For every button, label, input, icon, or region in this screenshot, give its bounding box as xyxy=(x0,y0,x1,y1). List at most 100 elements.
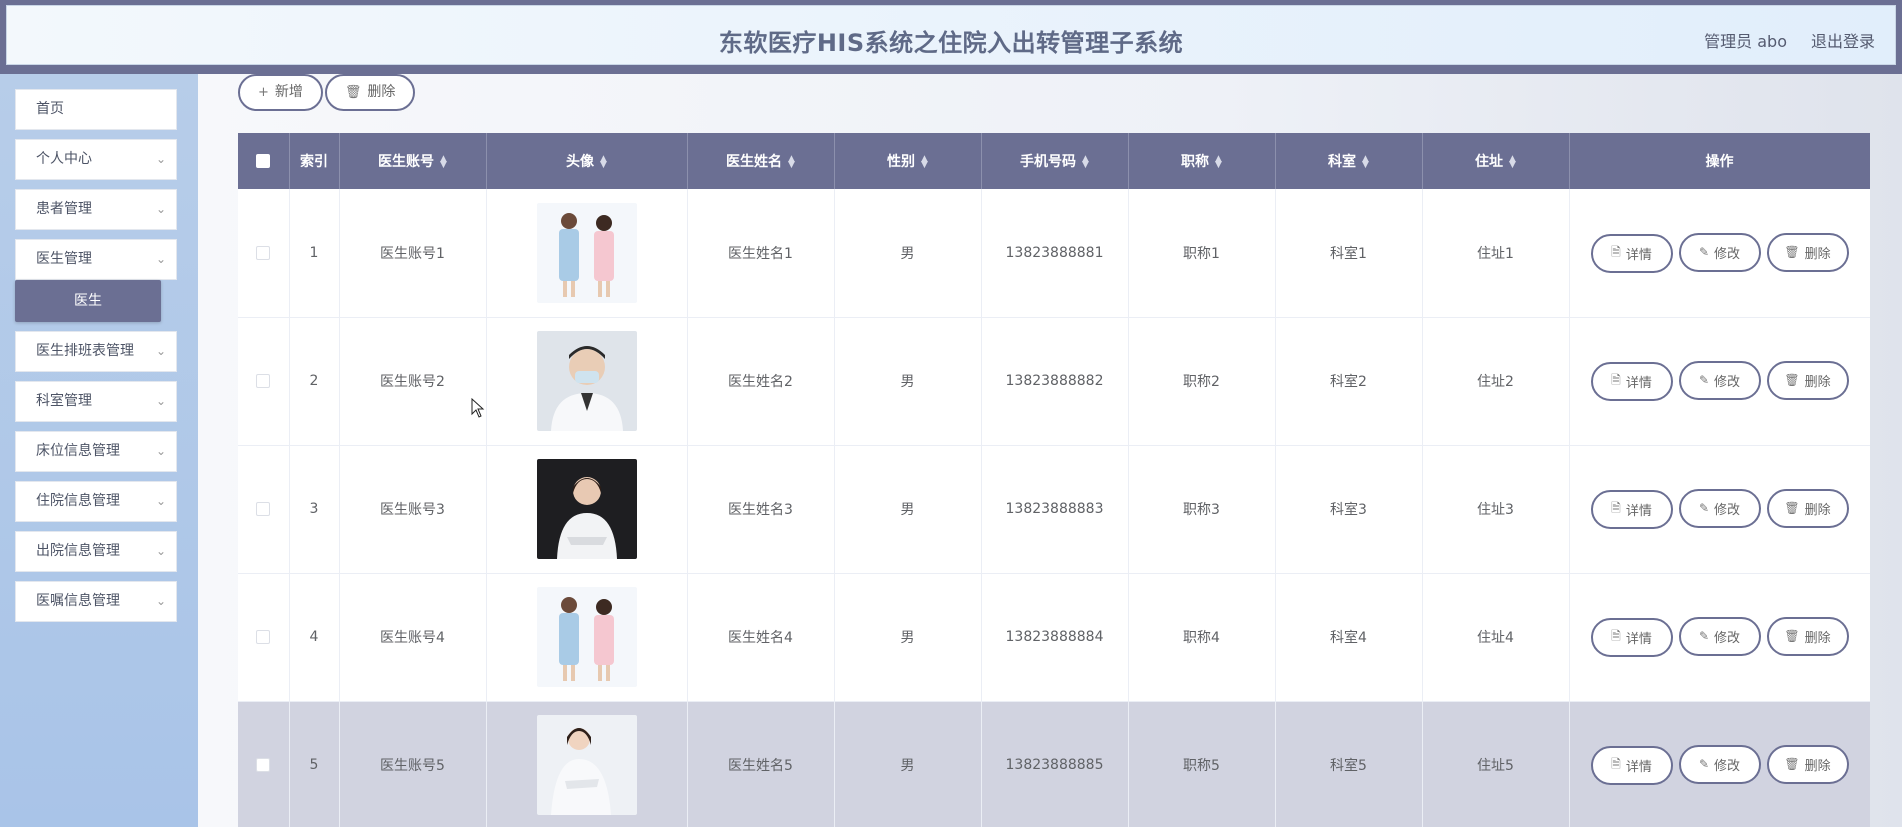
row-checkbox[interactable] xyxy=(256,758,271,772)
doctor-gender: 男 xyxy=(834,445,982,574)
avatar-masked-doctor xyxy=(536,331,637,431)
doctor-name: 医生姓名2 xyxy=(687,317,835,446)
avatar-cell xyxy=(486,573,688,702)
table-row[interactable]: 3 医生账号3 医生姓名3 男 13823888883 职称3 科室3 住址3 🗎 详情 ✎ 修改 🗑 删… xyxy=(238,445,1870,574)
doctor-title: 职称4 xyxy=(1128,573,1276,702)
delete-label: 删除 xyxy=(1804,630,1831,646)
sort-icon[interactable]: ▲ ▼ xyxy=(921,155,928,170)
sort-icon[interactable]: ▲ ▼ xyxy=(1509,155,1516,170)
chevron-down-icon: ⌄ xyxy=(155,394,166,408)
delete-label: 删除 xyxy=(1804,246,1831,262)
column-header-account[interactable]: 医生账号 ▲ ▼ xyxy=(339,133,487,189)
row-actions: 🗎 详情 ✎ 修改 🗑 删除 xyxy=(1569,445,1870,574)
delete-button[interactable]: 🗑 删除 xyxy=(1766,488,1849,528)
doctor-gender: 男 xyxy=(834,189,982,318)
doctor-phone: 13823888882 xyxy=(981,317,1129,446)
column-header-phone[interactable]: 手机号码 ▲ ▼ xyxy=(981,133,1129,189)
edit-button[interactable]: ✎ 修改 xyxy=(1678,360,1761,400)
detail-button[interactable]: 🗎 详情 xyxy=(1590,362,1673,402)
sidebar-item-patients[interactable]: 患者管理 ⌄ xyxy=(15,189,177,230)
sort-icon[interactable]: ▲ ▼ xyxy=(440,155,447,170)
document-icon: 🗎 xyxy=(1611,757,1621,772)
sidebar-item-profile[interactable]: 个人中心 ⌄ xyxy=(15,139,177,180)
edit-label: 修改 xyxy=(1714,374,1741,390)
trash-icon: 🗑 xyxy=(344,85,362,100)
document-icon: 🗎 xyxy=(1611,629,1621,644)
sort-icon[interactable]: ▲ ▼ xyxy=(1215,155,1222,170)
row-checkbox[interactable] xyxy=(256,245,271,260)
row-actions: 🗎 详情 ✎ 修改 🗑 删除 xyxy=(1569,189,1870,318)
table-row[interactable]: 5 医生账号5 医生姓名5 男 13823888885 职称5 科室5 住址5 🗎 详情 ✎ 修改 🗑 删… xyxy=(238,701,1870,827)
sidebar-subitem-doctor[interactable]: 医生 xyxy=(15,280,161,322)
chevron-down-icon: ⌄ xyxy=(155,152,166,166)
row-select-cell xyxy=(238,317,290,446)
edit-button[interactable]: ✎ 修改 xyxy=(1678,744,1761,784)
detail-button[interactable]: 🗎 详情 xyxy=(1590,746,1673,786)
column-header-dept[interactable]: 科室 ▲ ▼ xyxy=(1275,133,1423,189)
table-row[interactable]: 4 医生账号4 医生姓名4 男 13823888884 职称4 科室4 住址4 🗎 详情 ✎ 修改 🗑 删… xyxy=(238,573,1870,702)
row-checkbox[interactable] xyxy=(256,374,271,388)
detail-button[interactable]: 🗎 详情 xyxy=(1590,490,1673,530)
sidebar-item-label: 床位信息管理 xyxy=(36,443,120,459)
sidebar-item-home[interactable]: 首页 xyxy=(15,89,177,130)
sort-icon[interactable]: ▲ ▼ xyxy=(600,155,607,170)
sort-icon[interactable]: ▲ ▼ xyxy=(1362,155,1369,170)
sidebar-item-label: 住院信息管理 xyxy=(36,493,120,509)
doctor-title: 职称2 xyxy=(1128,317,1276,446)
column-header-title[interactable]: 职称 ▲ ▼ xyxy=(1128,133,1276,189)
table-row[interactable]: 2 医生账号2 医生姓名2 男 13823888882 职称2 科室2 住址2 🗎 详情 ✎ 修改 🗑 删… xyxy=(238,317,1870,446)
delete-label: 删除 xyxy=(1804,374,1831,390)
delete-button[interactable]: 🗑 删除 xyxy=(1766,360,1849,400)
column-header-name[interactable]: 医生姓名 ▲ ▼ xyxy=(687,133,835,189)
edit-button[interactable]: ✎ 修改 xyxy=(1678,232,1761,272)
edit-label: 修改 xyxy=(1714,502,1741,518)
doctor-account: 医生账号5 xyxy=(339,701,487,827)
main-content: + 新增 🗑 删除 索引 医生账号 ▲ ▼ 头像 ▲ ▼ 医生姓名 ▲ ▼ 性别… xyxy=(198,74,1902,827)
plus-icon: + xyxy=(258,85,269,100)
column-header-address[interactable]: 住址 ▲ ▼ xyxy=(1422,133,1570,189)
logout-link[interactable]: 退出登录 xyxy=(1811,28,1875,52)
edit-button[interactable]: ✎ 修改 xyxy=(1678,616,1761,656)
sidebar-item-discharge[interactable]: 出院信息管理 ⌄ xyxy=(15,531,177,572)
detail-label: 详情 xyxy=(1625,248,1652,263)
sort-icon[interactable]: ▲ ▼ xyxy=(1082,155,1089,170)
column-header-gender[interactable]: 性别 ▲ ▼ xyxy=(834,133,982,189)
doctor-title: 职称1 xyxy=(1128,189,1276,318)
sidebar-item-label: 患者管理 xyxy=(36,201,92,217)
delete-button[interactable]: 🗑 删除 xyxy=(1766,744,1849,784)
pencil-icon: ✎ xyxy=(1698,501,1710,516)
avatar-cell xyxy=(486,317,688,446)
trash-icon: 🗑 xyxy=(1784,757,1800,772)
detail-button[interactable]: 🗎 详情 xyxy=(1590,234,1673,273)
toolbar: + 新增 🗑 删除 xyxy=(238,74,416,111)
sidebar-item-beds[interactable]: 床位信息管理 ⌄ xyxy=(15,431,177,472)
sidebar-item-departments[interactable]: 科室管理 ⌄ xyxy=(15,381,177,422)
batch-delete-button[interactable]: 🗑 删除 xyxy=(324,74,416,111)
sidebar-item-schedule[interactable]: 医生排班表管理 ⌄ xyxy=(15,331,177,372)
delete-button[interactable]: 🗑 删除 xyxy=(1766,616,1849,656)
column-header-avatar[interactable]: 头像 ▲ ▼ xyxy=(486,133,688,189)
sidebar-item-label: 科室管理 xyxy=(36,393,92,409)
user-label: 管理员 abo xyxy=(1704,32,1787,51)
edit-button[interactable]: ✎ 修改 xyxy=(1678,488,1761,528)
doctor-dept: 科室4 xyxy=(1275,573,1423,702)
doctor-dept: 科室5 xyxy=(1275,701,1423,827)
detail-button[interactable]: 🗎 详情 xyxy=(1590,618,1673,658)
chevron-down-icon: ⌄ xyxy=(155,594,166,608)
detail-label: 详情 xyxy=(1625,504,1652,520)
row-index: 4 xyxy=(289,573,340,702)
sidebar-item-orders[interactable]: 医嘱信息管理 ⌄ xyxy=(15,581,177,622)
row-checkbox[interactable] xyxy=(256,630,271,644)
column-header-actions: 操作 xyxy=(1569,133,1870,189)
delete-button[interactable]: 🗑 删除 xyxy=(1766,232,1849,272)
sidebar-item-admission[interactable]: 住院信息管理 ⌄ xyxy=(15,481,177,522)
avatar-cell xyxy=(486,189,688,318)
sort-icon[interactable]: ▲ ▼ xyxy=(788,155,795,170)
doctor-name: 医生姓名3 xyxy=(687,445,835,574)
row-checkbox[interactable] xyxy=(256,502,271,516)
row-index: 5 xyxy=(289,701,340,827)
sidebar-item-doctors[interactable]: 医生管理 ⌄ xyxy=(15,239,177,280)
select-all-checkbox[interactable] xyxy=(256,154,271,168)
table-row[interactable]: 1 医生账号1 医生姓名1 男 13823888881 职称1 科室1 住址1 🗎 详情 ✎ 修改 🗑 删… xyxy=(238,189,1870,318)
add-button[interactable]: + 新增 xyxy=(238,74,323,111)
